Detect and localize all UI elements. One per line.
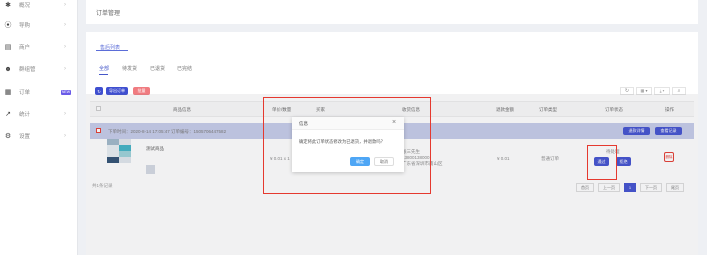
chevron-right-icon: › (64, 44, 66, 50)
tab-underline (99, 74, 108, 75)
tab-returned[interactable]: 已退货 (150, 65, 165, 72)
sidebar-item-label: 概况 (19, 3, 31, 9)
sidebar-item-label: 设置 (19, 134, 31, 140)
annotation-box-agree (587, 145, 617, 180)
group-icon: ☻ (4, 65, 12, 73)
dialog-message: 确定将此订单状态修改为已退货，并退款吗？ (299, 139, 385, 144)
settings-icon: ⚙ (4, 133, 12, 140)
sidebar-item-stats[interactable]: ↗ 统计 › (0, 106, 78, 122)
dialog-title: 信息 (299, 121, 308, 126)
sidebar-item-label: 统计 (19, 112, 31, 118)
sidebar-item-label: 订单 (19, 90, 31, 96)
confirm-button[interactable]: 确定 (350, 157, 370, 166)
chart-icon: ↗ (5, 111, 11, 118)
tab-all[interactable]: 全部 (99, 65, 109, 72)
page-title: 订单管理 (96, 11, 121, 17)
header-panel (86, 0, 698, 24)
tab-completed[interactable]: 已完结 (177, 65, 192, 72)
cancel-button[interactable]: 取消 (374, 157, 394, 166)
chevron-right-icon: › (64, 22, 66, 28)
sidebar-item-label: 群组管 (19, 67, 36, 73)
confirm-dialog: 信息 × 确定将此订单状态修改为已退货，并退款吗？ 确定 取消 (292, 117, 404, 172)
chevron-right-icon: › (64, 2, 66, 8)
sidebar: ✱ 概况 › ⦿ 导购 › ▤ 商户 › ☻ 群组管 › ▦ 订单 NEW ↗ … (0, 0, 78, 255)
tab-pending-ship[interactable]: 待发货 (122, 65, 137, 72)
chevron-right-icon: › (64, 66, 66, 72)
order-icon: ▦ (4, 89, 12, 96)
chevron-right-icon: › (64, 133, 66, 139)
dialog-header (292, 117, 404, 130)
sidebar-item-settings[interactable]: ⚙ 设置 › (0, 128, 78, 144)
dashboard-icon: ✱ (5, 2, 11, 9)
chevron-right-icon: › (64, 111, 66, 117)
sidebar-item-overview[interactable]: ✱ 概况 › (0, 0, 78, 13)
subtab-underline (96, 50, 128, 51)
store-icon: ▤ (4, 44, 12, 51)
sidebar-item-guide[interactable]: ⦿ 导购 › (0, 17, 78, 33)
sidebar-item-label: 商户 (19, 45, 31, 51)
close-icon[interactable]: × (392, 119, 396, 126)
new-badge: NEW (61, 89, 71, 95)
sidebar-item-order[interactable]: ▦ 订单 NEW (0, 84, 78, 100)
sidebar-item-group[interactable]: ☻ 群组管 › (0, 61, 78, 77)
sidebar-item-label: 导购 (19, 23, 31, 29)
guide-icon: ⦿ (4, 22, 12, 29)
sidebar-item-store[interactable]: ▤ 商户 › (0, 39, 78, 55)
